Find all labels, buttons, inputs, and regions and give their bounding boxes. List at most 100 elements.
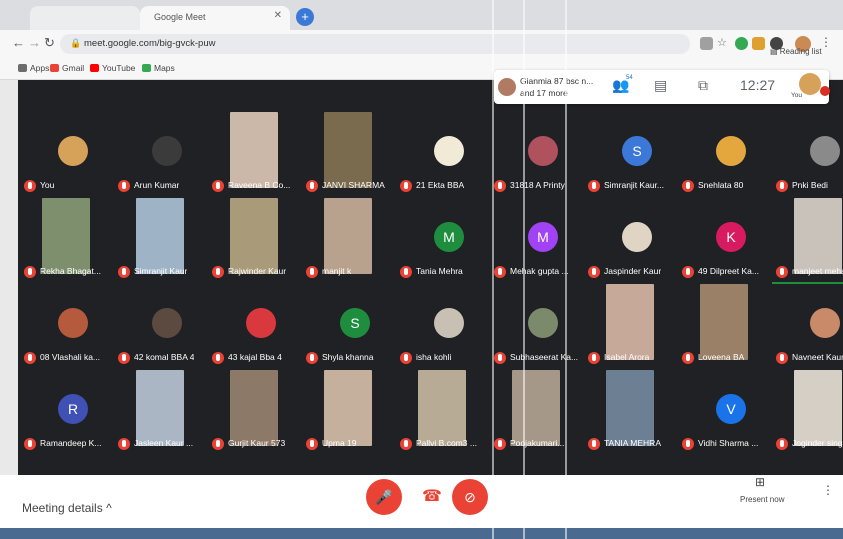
participant-name: Raveena B Co... xyxy=(228,180,291,190)
participant-tile[interactable]: M Mehak gupta ... xyxy=(490,198,584,284)
participant-tile[interactable]: 31818 A Printy xyxy=(490,112,584,198)
participant-tile[interactable]: Raveena B Co... xyxy=(208,112,302,198)
browser-tab-active[interactable]: Google Meet ✕ xyxy=(140,6,290,30)
participant-video xyxy=(794,198,842,274)
participant-video xyxy=(606,370,654,446)
forward-icon[interactable]: → xyxy=(28,35,41,50)
participant-tile[interactable]: isha kohli xyxy=(396,284,490,370)
mic-off-icon xyxy=(682,266,694,278)
mic-off-icon xyxy=(400,266,412,278)
mic-off-icon xyxy=(118,180,130,192)
bookmark-gmail[interactable]: Gmail xyxy=(50,63,84,73)
participant-tile[interactable]: M Tania Mehra xyxy=(396,198,490,284)
participant-name: Pnki Bedi xyxy=(792,180,828,190)
participant-name: Isabel Arora xyxy=(604,352,650,362)
present-now-label[interactable]: Present now xyxy=(740,495,784,504)
participant-name: Snehlata 80 xyxy=(698,180,744,190)
close-tab-icon[interactable]: ✕ xyxy=(274,10,282,21)
participant-tile[interactable]: 42 komal BBA 4 xyxy=(114,284,208,370)
participant-tile[interactable]: 21 Ekta BBA xyxy=(396,112,490,198)
meeting-details-button[interactable]: Meeting details ^ xyxy=(22,501,112,515)
camera-toggle-button[interactable]: ⊘ xyxy=(452,479,488,515)
participant-tile[interactable]: V Vidhi Sharma ... xyxy=(678,370,772,456)
participant-avatar xyxy=(622,222,652,252)
more-options-icon[interactable]: ⋮ xyxy=(822,483,834,497)
scan-artifact xyxy=(492,0,494,539)
star-icon[interactable]: ☆ xyxy=(717,37,730,50)
bookmark-youtube[interactable]: YouTube xyxy=(90,63,135,73)
participant-tile[interactable]: Snehlata 80 xyxy=(678,112,772,198)
participant-name: Poojakumari... xyxy=(510,438,565,448)
participant-avatar xyxy=(528,308,558,338)
address-bar[interactable]: 🔒 meet.google.com/big-gvck-puw xyxy=(60,34,690,54)
participant-video xyxy=(512,370,560,446)
participant-tile[interactable]: Jasleen Kaur ... xyxy=(114,370,208,456)
participant-tile[interactable]: Simranjit Kaur xyxy=(114,198,208,284)
mic-off-icon xyxy=(306,438,318,450)
bookmark-maps[interactable]: Maps xyxy=(142,63,175,73)
participant-avatar xyxy=(434,308,464,338)
pinned-name: Gianmia 87 bsc n... xyxy=(520,76,594,86)
participant-tile[interactable]: Gurjit Kaur 573 xyxy=(208,370,302,456)
participant-tile[interactable]: Rekha Bhagat... xyxy=(20,198,114,284)
participant-name: isha kohli xyxy=(416,352,452,362)
participant-tile[interactable]: Loveena BA xyxy=(678,284,772,370)
camera-icon[interactable] xyxy=(700,37,713,50)
pinned-avatar xyxy=(498,78,516,96)
participant-tile[interactable]: Subhaseerat Ka... xyxy=(490,284,584,370)
reload-icon[interactable]: ↻ xyxy=(44,35,55,51)
mic-off-icon xyxy=(494,352,506,364)
participant-tile[interactable]: Isabel Arora xyxy=(584,284,678,370)
new-tab-button[interactable]: + xyxy=(296,8,314,26)
camera-off-icon: ⊘ xyxy=(464,489,476,505)
participant-tile[interactable]: Navneet Kaur ... xyxy=(772,284,843,370)
hang-up-button[interactable]: ☎ xyxy=(414,479,450,515)
participant-tile[interactable]: Arun Kumar xyxy=(114,112,208,198)
participant-avatar xyxy=(528,136,558,166)
participant-name: Mehak gupta ... xyxy=(510,266,569,276)
participant-tile[interactable]: Poojakumari... xyxy=(490,370,584,456)
participant-tile[interactable]: Jaspinder Kaur xyxy=(584,198,678,284)
pinned-participant[interactable]: Gianmia 87 bsc n... and 17 more xyxy=(520,75,593,99)
participant-tile[interactable]: manjeet mehas xyxy=(772,198,843,284)
participant-tile[interactable]: S Shyla khanna xyxy=(302,284,396,370)
participant-video xyxy=(324,112,372,188)
participant-tile[interactable]: 08 Vlashali ka... xyxy=(20,284,114,370)
extension-icon[interactable] xyxy=(735,37,748,50)
mic-off-icon xyxy=(776,352,788,364)
chat-icon[interactable]: ▤ xyxy=(654,77,667,94)
present-icon[interactable]: ⊞ xyxy=(755,475,765,489)
participant-name: Vidhi Sharma ... xyxy=(698,438,759,448)
maps-icon xyxy=(142,64,151,72)
participant-tile[interactable]: You xyxy=(20,112,114,198)
mic-off-icon xyxy=(24,180,36,192)
mic-off-icon xyxy=(682,352,694,364)
reading-list-button[interactable]: ▤ Reading list xyxy=(770,47,822,56)
participant-tile[interactable]: TANIA MEHRA xyxy=(584,370,678,456)
participant-tile[interactable]: K 49 Dilpreet Ka... xyxy=(678,198,772,284)
participant-tile[interactable]: R Ramandeep K... xyxy=(20,370,114,456)
participant-tile[interactable]: S Simranjit Kaur... xyxy=(584,112,678,198)
participant-avatar xyxy=(246,308,276,338)
scan-artifact xyxy=(523,0,525,539)
participant-tile[interactable]: JANVI SHARMA xyxy=(302,112,396,198)
participant-tile[interactable]: Joginder singh xyxy=(772,370,843,456)
mic-off-icon xyxy=(24,352,36,364)
self-thumbnail[interactable] xyxy=(799,73,821,95)
back-icon[interactable]: ← xyxy=(12,35,25,50)
mic-off-icon xyxy=(24,438,36,450)
participant-tile[interactable]: manjit k xyxy=(302,198,396,284)
mic-toggle-button[interactable]: 🎤 xyxy=(366,479,402,515)
participant-tile[interactable]: 43 kajal Bba 4 xyxy=(208,284,302,370)
extension-icon[interactable] xyxy=(752,37,765,50)
participant-tile[interactable]: Upma 19 xyxy=(302,370,396,456)
participant-tile[interactable]: Pallvi B.com3 ... xyxy=(396,370,490,456)
participant-tile[interactable]: Pnki Bedi xyxy=(772,112,843,198)
participant-tile[interactable]: Rajwinder Kaur xyxy=(208,198,302,284)
bookmark-apps[interactable]: Apps xyxy=(18,63,49,73)
bookmark-label: YouTube xyxy=(102,63,136,73)
participant-name: JANVI SHARMA xyxy=(322,180,385,190)
browser-tab[interactable] xyxy=(30,6,140,30)
activities-icon[interactable]: ⧉ xyxy=(698,77,708,94)
mic-off-icon xyxy=(776,180,788,192)
